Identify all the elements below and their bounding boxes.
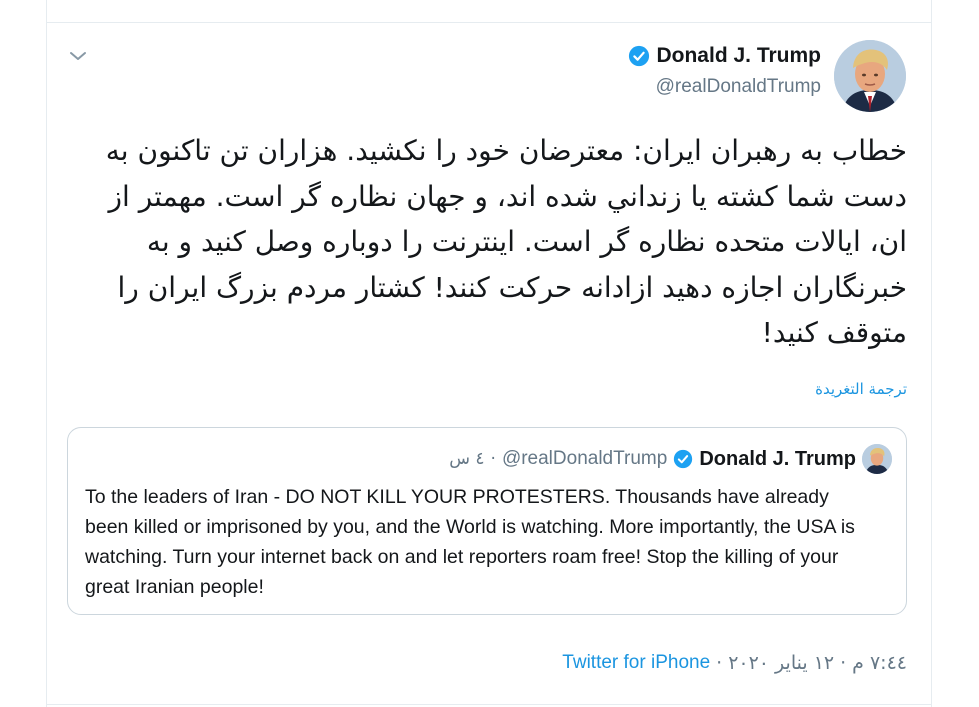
- avatar[interactable]: [834, 40, 906, 112]
- separator-dot: ·: [716, 652, 723, 674]
- tweet-time[interactable]: ٧:٤٤ م: [852, 652, 907, 674]
- translate-tweet-link[interactable]: ترجمة التغريدة: [815, 380, 907, 398]
- verified-badge-icon: [629, 45, 650, 67]
- tweet-date[interactable]: ١٢ يناير ٢٠٢٠: [728, 652, 834, 674]
- tweet-metadata: ٧:٤٤ م · ١٢ يناير ٢٠٢٠ · Twitter for iPh…: [562, 652, 907, 674]
- card-right-border: [931, 0, 932, 707]
- quoted-author-handle: @realDonaldTrump: [501, 448, 668, 469]
- quoted-tweet-text: To the leaders of Iran - DO NOT KILL YOU…: [85, 486, 855, 598]
- chevron-down-icon[interactable]: [66, 44, 90, 68]
- card-left-border: [46, 0, 47, 707]
- bottom-divider: [46, 704, 932, 705]
- quoted-separator-dot: ·: [490, 449, 496, 469]
- quoted-tweet-header: Donald J. Trump @realDonaldTrump · ٤ س: [449, 444, 892, 474]
- quoted-avatar: [862, 444, 892, 474]
- tweet-page: Donald J. Trump @realDonaldTrump خطاب به…: [0, 0, 979, 707]
- author-handle[interactable]: @realDonaldTrump: [628, 76, 821, 98]
- quoted-avatar-image: [862, 444, 892, 474]
- separator-dot: ·: [840, 652, 847, 674]
- avatar-image: [834, 40, 906, 112]
- author-name-row: Donald J. Trump: [628, 44, 821, 68]
- quoted-tweet-card[interactable]: Donald J. Trump @realDonaldTrump · ٤ س T…: [67, 427, 907, 615]
- quoted-author-name: Donald J. Trump: [699, 447, 856, 470]
- tweet-author[interactable]: Donald J. Trump @realDonaldTrump: [628, 44, 821, 98]
- top-divider: [46, 22, 932, 23]
- verified-badge-icon: [674, 449, 693, 469]
- author-display-name[interactable]: Donald J. Trump: [656, 44, 821, 68]
- tweet-text: خطاب به رهبران ایران: معترضان خود را نکش…: [105, 134, 907, 349]
- quoted-time-ago: ٤ س: [449, 449, 485, 469]
- tweet-source-link[interactable]: Twitter for iPhone: [562, 652, 710, 674]
